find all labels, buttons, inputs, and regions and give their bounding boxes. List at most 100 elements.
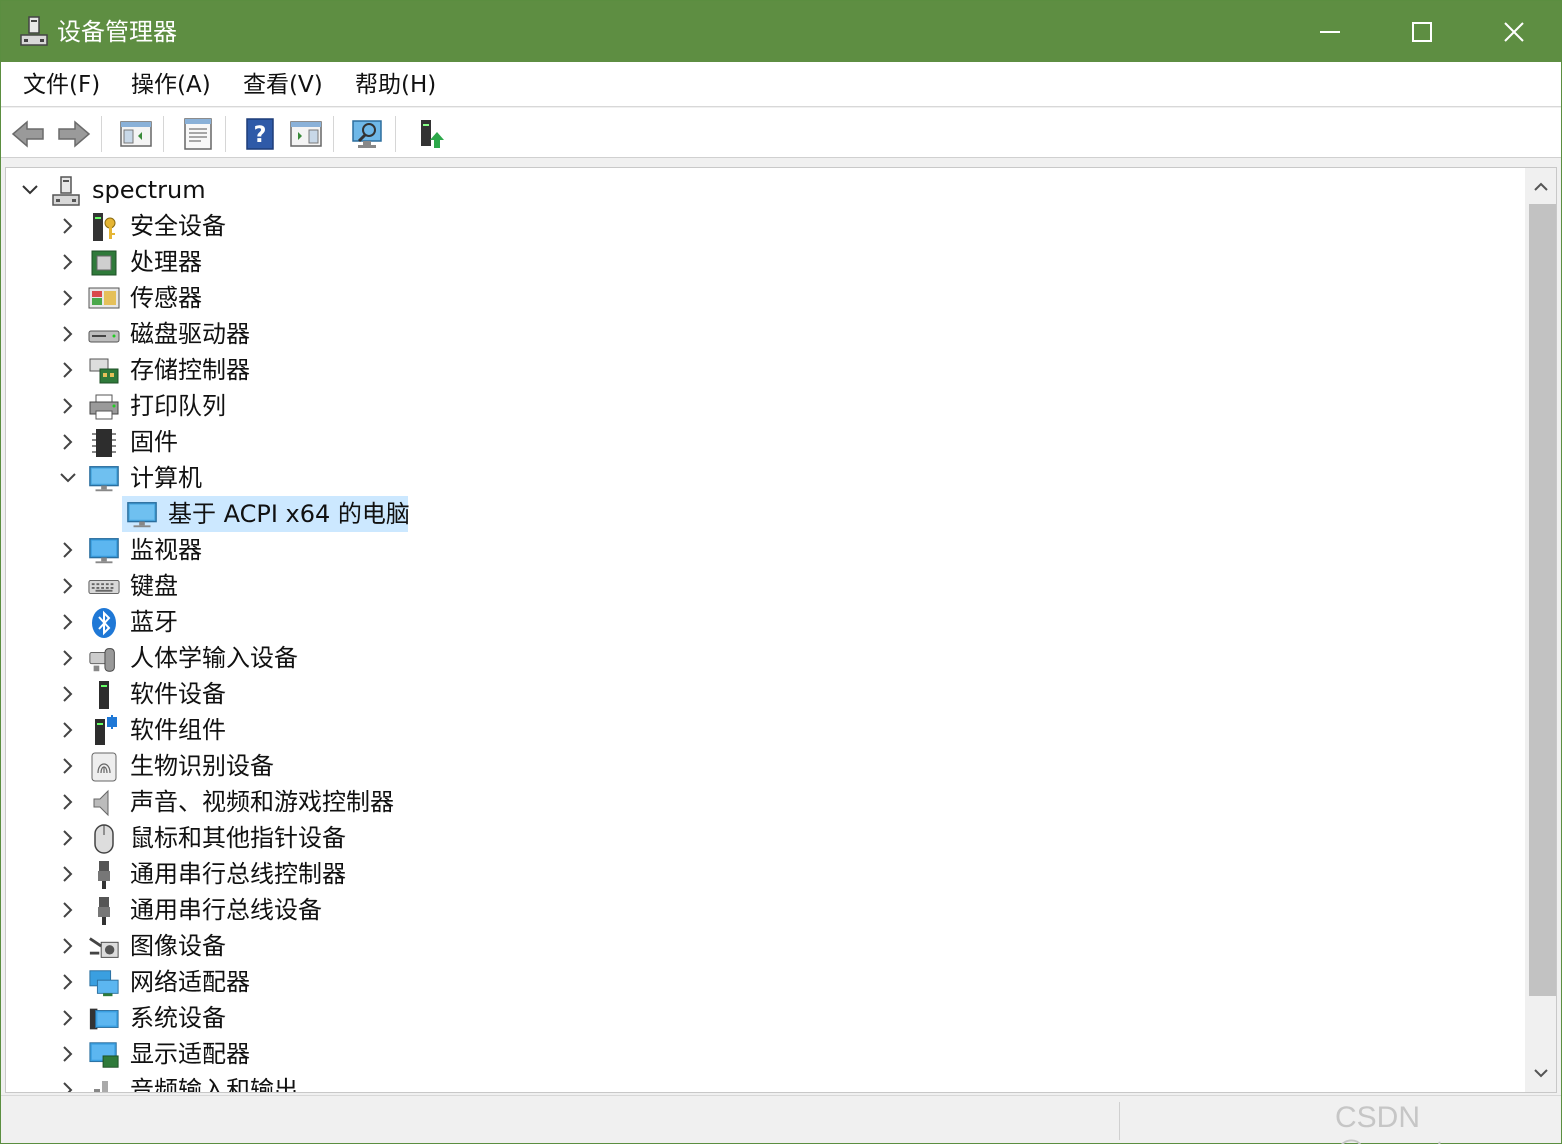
tree-item-selected[interactable]: 基于 ACPI x64 的电脑 bbox=[6, 496, 1506, 532]
software-device-icon bbox=[88, 679, 120, 711]
help-icon: ? bbox=[246, 118, 274, 150]
expand-icon[interactable] bbox=[58, 1044, 78, 1064]
chevron-right-icon bbox=[63, 398, 73, 414]
tree-item[interactable]: 键盘 bbox=[6, 568, 1506, 604]
tree-item-label: 图像设备 bbox=[130, 932, 226, 960]
tree-item[interactable]: 显示适配器 bbox=[6, 1036, 1506, 1072]
scroll-down-button[interactable] bbox=[1525, 1056, 1556, 1090]
tree-item-label: 处理器 bbox=[130, 248, 202, 276]
device-tree[interactable]: spectrum 安全设备处理器传感器磁盘驱动器存储控制器 打印队列固件计算机 基于… bbox=[5, 167, 1557, 1093]
tree-item-label: 鼠标和其他指针设备 bbox=[130, 824, 346, 852]
tree-item[interactable]: 网络适配器 bbox=[6, 964, 1506, 1000]
tree-item[interactable]: 生物识别设备 bbox=[6, 748, 1506, 784]
expand-icon[interactable] bbox=[58, 432, 78, 452]
tree-item[interactable]: 处理器 bbox=[6, 244, 1506, 280]
tree-item-label: 软件组件 bbox=[130, 716, 226, 744]
tree-item-label: 磁盘驱动器 bbox=[130, 320, 250, 348]
watermark: CSDN @wespten bbox=[1335, 1101, 1477, 1144]
expand-icon[interactable] bbox=[58, 576, 78, 596]
tree-item[interactable]: 监视器 bbox=[6, 532, 1506, 568]
chevron-right-icon bbox=[63, 1082, 73, 1092]
hid-icon bbox=[88, 643, 120, 675]
expand-icon[interactable] bbox=[58, 540, 78, 560]
update-driver-button[interactable] bbox=[411, 116, 449, 152]
scroll-thumb[interactable] bbox=[1529, 204, 1556, 996]
tree-item[interactable]: 软件组件 bbox=[6, 712, 1506, 748]
expand-icon[interactable] bbox=[58, 828, 78, 848]
close-button[interactable] bbox=[1468, 1, 1560, 62]
svg-text:?: ? bbox=[254, 123, 267, 148]
tree-item[interactable]: 存储控制器 bbox=[6, 352, 1506, 388]
tree-item[interactable]: 蓝牙 bbox=[6, 604, 1506, 640]
chevron-right-icon bbox=[63, 974, 73, 990]
vertical-scrollbar[interactable] bbox=[1525, 168, 1556, 1092]
tree-item-label: 固件 bbox=[130, 428, 178, 456]
tree-item[interactable]: 通用串行总线控制器 bbox=[6, 856, 1506, 892]
expand-icon[interactable] bbox=[58, 864, 78, 884]
expand-icon[interactable] bbox=[58, 900, 78, 920]
tree-item[interactable]: 安全设备 bbox=[6, 208, 1506, 244]
menu-action[interactable]: 操作(A) bbox=[125, 68, 217, 102]
back-button[interactable] bbox=[9, 116, 47, 152]
tree-item-label: 网络适配器 bbox=[130, 968, 250, 996]
tree-item[interactable]: 固件 bbox=[6, 424, 1506, 460]
expand-icon[interactable] bbox=[58, 720, 78, 740]
minimize-button[interactable] bbox=[1284, 1, 1376, 62]
toolbar-separator bbox=[163, 116, 164, 152]
audio-io-icon bbox=[88, 1075, 120, 1092]
expand-icon[interactable] bbox=[58, 936, 78, 956]
tree-item[interactable]: 计算机 bbox=[6, 460, 1506, 496]
scan-hardware-button[interactable] bbox=[349, 116, 387, 152]
chevron-right-icon bbox=[63, 722, 73, 738]
chevron-right-icon bbox=[63, 758, 73, 774]
tree-item[interactable]: 磁盘驱动器 bbox=[6, 316, 1506, 352]
collapse-icon[interactable] bbox=[58, 468, 78, 488]
expand-icon[interactable] bbox=[58, 648, 78, 668]
help-button[interactable]: ? bbox=[241, 116, 279, 152]
tree-item[interactable]: 软件设备 bbox=[6, 676, 1506, 712]
collapse-icon[interactable] bbox=[20, 180, 40, 200]
close-icon bbox=[1504, 21, 1524, 42]
expand-icon[interactable] bbox=[58, 396, 78, 416]
tree-item[interactable]: 音频输入和输出 bbox=[6, 1072, 1506, 1092]
tree-item[interactable]: 系统设备 bbox=[6, 1000, 1506, 1036]
expand-icon[interactable] bbox=[58, 252, 78, 272]
expand-icon[interactable] bbox=[58, 324, 78, 344]
tree-item[interactable]: 鼠标和其他指针设备 bbox=[6, 820, 1506, 856]
menu-help[interactable]: 帮助(H) bbox=[349, 68, 442, 102]
show-hide-tree-button[interactable] bbox=[117, 116, 155, 152]
chevron-right-icon bbox=[63, 1046, 73, 1062]
chevron-right-icon bbox=[63, 938, 73, 954]
expand-icon[interactable] bbox=[58, 1080, 78, 1092]
menu-file[interactable]: 文件(F) bbox=[17, 68, 106, 102]
computer-icon bbox=[126, 499, 158, 531]
expand-icon[interactable] bbox=[58, 756, 78, 776]
tree-root[interactable]: spectrum bbox=[6, 172, 1506, 208]
expand-icon[interactable] bbox=[58, 972, 78, 992]
menu-view[interactable]: 查看(V) bbox=[237, 68, 329, 102]
expand-icon[interactable] bbox=[58, 288, 78, 308]
scan-hardware-icon bbox=[352, 120, 382, 148]
tree-item[interactable]: 打印队列 bbox=[6, 388, 1506, 424]
expand-icon[interactable] bbox=[58, 612, 78, 632]
title-bar[interactable]: 设备管理器 bbox=[1, 1, 1561, 62]
tree-item-label: 人体学输入设备 bbox=[130, 644, 298, 672]
properties-button[interactable] bbox=[179, 116, 217, 152]
tree-item[interactable]: 图像设备 bbox=[6, 928, 1506, 964]
tree-item[interactable]: 人体学输入设备 bbox=[6, 640, 1506, 676]
scroll-up-button[interactable] bbox=[1525, 170, 1556, 204]
tree-item[interactable]: 声音、视频和游戏控制器 bbox=[6, 784, 1506, 820]
tree-item[interactable]: 传感器 bbox=[6, 280, 1506, 316]
status-bar bbox=[1, 1095, 1561, 1143]
expand-icon[interactable] bbox=[58, 360, 78, 380]
toolbar-separator bbox=[225, 116, 226, 152]
expand-icon[interactable] bbox=[58, 1008, 78, 1028]
expand-icon[interactable] bbox=[58, 216, 78, 236]
expand-icon[interactable] bbox=[58, 684, 78, 704]
action-pane-button[interactable] bbox=[287, 116, 325, 152]
tree-item[interactable]: 通用串行总线设备 bbox=[6, 892, 1506, 928]
forward-button[interactable] bbox=[55, 116, 93, 152]
maximize-button[interactable] bbox=[1376, 1, 1468, 62]
expand-icon[interactable] bbox=[58, 792, 78, 812]
storage-controller-icon bbox=[88, 355, 120, 387]
